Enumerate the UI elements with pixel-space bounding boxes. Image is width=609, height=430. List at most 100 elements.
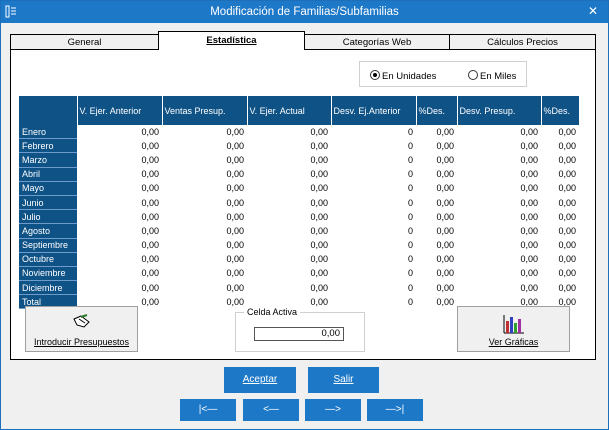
table-cell[interactable]: 0,00 bbox=[162, 252, 247, 266]
table-cell[interactable]: 0,00 bbox=[416, 281, 457, 295]
table-cell[interactable]: 0,00 bbox=[162, 210, 247, 224]
tab-estadistica[interactable]: Estadística bbox=[158, 31, 305, 50]
table-cell[interactable]: 0,00 bbox=[541, 153, 579, 167]
table-cell[interactable]: 0,00 bbox=[457, 224, 541, 238]
table-cell[interactable]: 0,00 bbox=[541, 181, 579, 195]
table-cell[interactable]: 0,00 bbox=[247, 167, 331, 181]
last-record-button[interactable]: —>| bbox=[367, 399, 423, 421]
table-cell[interactable]: 0,00 bbox=[416, 224, 457, 238]
col-header[interactable]: %Des. bbox=[416, 96, 458, 125]
table-cell[interactable]: 0,00 bbox=[541, 210, 579, 224]
ver-graficas-button[interactable]: Ver Gráficas bbox=[457, 306, 570, 352]
table-cell[interactable]: 0,00 bbox=[541, 266, 579, 280]
table-cell[interactable]: 0,00 bbox=[162, 167, 247, 181]
table-cell[interactable]: 0,00 bbox=[162, 139, 247, 153]
table-cell[interactable]: 0,00 bbox=[247, 139, 331, 153]
tab-calculos-precios[interactable]: Cálculos Precios bbox=[449, 34, 596, 49]
table-cell[interactable]: 0,00 bbox=[77, 224, 162, 238]
table-cell[interactable]: 0 bbox=[331, 153, 416, 167]
table-cell[interactable]: 0,00 bbox=[416, 125, 457, 139]
table-cell[interactable]: 0,00 bbox=[457, 238, 541, 252]
table-cell[interactable]: 0,00 bbox=[247, 195, 331, 209]
table-cell[interactable]: 0 bbox=[331, 266, 416, 280]
table-cell[interactable]: 0,00 bbox=[247, 153, 331, 167]
tab-categorias-web[interactable]: Categorías Web bbox=[304, 34, 450, 49]
table-cell[interactable]: 0 bbox=[331, 139, 416, 153]
table-cell[interactable]: 0,00 bbox=[247, 181, 331, 195]
table-cell[interactable]: 0,00 bbox=[457, 167, 541, 181]
table-cell[interactable]: 0,00 bbox=[541, 167, 579, 181]
table-cell[interactable]: 0,00 bbox=[162, 125, 247, 139]
table-cell[interactable]: 0,00 bbox=[247, 281, 331, 295]
table-cell[interactable]: 0 bbox=[331, 252, 416, 266]
table-cell[interactable]: 0 bbox=[331, 295, 416, 309]
table-cell[interactable]: 0,00 bbox=[416, 238, 457, 252]
table-cell[interactable]: 0,00 bbox=[162, 281, 247, 295]
radio-en-unidades[interactable]: En Unidades bbox=[370, 70, 436, 82]
table-cell[interactable]: 0,00 bbox=[247, 252, 331, 266]
table-cell[interactable]: 0,00 bbox=[457, 210, 541, 224]
table-cell[interactable]: 0 bbox=[331, 195, 416, 209]
table-cell[interactable]: 0,00 bbox=[416, 167, 457, 181]
table-cell[interactable]: 0,00 bbox=[541, 281, 579, 295]
first-record-button[interactable]: |<— bbox=[180, 399, 236, 421]
table-cell[interactable]: 0 bbox=[331, 224, 416, 238]
table-cell[interactable]: 0,00 bbox=[77, 238, 162, 252]
table-cell[interactable]: 0 bbox=[331, 125, 416, 139]
table-cell[interactable]: 0 bbox=[331, 181, 416, 195]
table-cell[interactable]: 0 bbox=[331, 167, 416, 181]
col-header[interactable]: Desv. Presup. bbox=[457, 96, 542, 125]
col-header[interactable]: Ventas Presup. bbox=[162, 96, 248, 125]
table-cell[interactable]: 0,00 bbox=[541, 139, 579, 153]
table-cell[interactable]: 0,00 bbox=[416, 210, 457, 224]
table-cell[interactable]: 0,00 bbox=[457, 153, 541, 167]
table-cell[interactable]: 0,00 bbox=[162, 195, 247, 209]
table-cell[interactable]: 0,00 bbox=[247, 210, 331, 224]
table-cell[interactable]: 0,00 bbox=[541, 195, 579, 209]
table-cell[interactable]: 0,00 bbox=[416, 295, 457, 309]
table-cell[interactable]: 0,00 bbox=[247, 224, 331, 238]
table-cell[interactable]: 0,00 bbox=[77, 125, 162, 139]
table-cell[interactable]: 0,00 bbox=[541, 238, 579, 252]
table-cell[interactable]: 0,00 bbox=[77, 266, 162, 280]
next-record-button[interactable]: —> bbox=[305, 399, 361, 421]
table-cell[interactable]: 0,00 bbox=[416, 252, 457, 266]
prev-record-button[interactable]: <— bbox=[243, 399, 299, 421]
table-cell[interactable]: 0,00 bbox=[162, 238, 247, 252]
salir-button[interactable]: Salir bbox=[308, 367, 379, 393]
table-cell[interactable]: 0,00 bbox=[77, 281, 162, 295]
table-cell[interactable]: 0,00 bbox=[247, 125, 331, 139]
col-header[interactable]: V. Ejer. Anterior bbox=[77, 96, 163, 125]
table-cell[interactable]: 0 bbox=[331, 238, 416, 252]
table-cell[interactable]: 0 bbox=[331, 281, 416, 295]
table-cell[interactable]: 0,00 bbox=[457, 195, 541, 209]
table-cell[interactable]: 0,00 bbox=[541, 125, 579, 139]
table-cell[interactable]: 0,00 bbox=[457, 181, 541, 195]
table-cell[interactable]: 0,00 bbox=[457, 266, 541, 280]
table-cell[interactable]: 0,00 bbox=[162, 224, 247, 238]
table-cell[interactable]: 0,00 bbox=[416, 181, 457, 195]
table-cell[interactable]: 0,00 bbox=[416, 195, 457, 209]
table-cell[interactable]: 0,00 bbox=[457, 252, 541, 266]
table-cell[interactable]: 0,00 bbox=[247, 238, 331, 252]
table-cell[interactable]: 0,00 bbox=[162, 295, 247, 309]
table-cell[interactable]: 0,00 bbox=[541, 224, 579, 238]
table-cell[interactable]: 0,00 bbox=[541, 252, 579, 266]
tab-general[interactable]: General bbox=[10, 34, 159, 49]
radio-en-miles[interactable]: En Miles bbox=[468, 70, 516, 82]
col-header[interactable]: %Des. bbox=[541, 96, 580, 125]
table-cell[interactable]: 0,00 bbox=[162, 153, 247, 167]
table-cell[interactable]: 0,00 bbox=[457, 125, 541, 139]
table-cell[interactable]: 0,00 bbox=[162, 266, 247, 280]
table-cell[interactable]: 0,00 bbox=[77, 153, 162, 167]
introducir-presupuestos-button[interactable]: Introducir Presupuestos bbox=[25, 306, 138, 352]
table-cell[interactable]: 0,00 bbox=[77, 210, 162, 224]
close-icon[interactable]: ✕ bbox=[586, 4, 600, 18]
table-cell[interactable]: 0,00 bbox=[77, 252, 162, 266]
table-cell[interactable]: 0 bbox=[331, 210, 416, 224]
table-cell[interactable]: 0,00 bbox=[457, 139, 541, 153]
table-cell[interactable]: 0,00 bbox=[416, 139, 457, 153]
celda-activa-input[interactable]: 0,00 bbox=[254, 327, 344, 341]
table-cell[interactable]: 0,00 bbox=[77, 195, 162, 209]
table-cell[interactable]: 0,00 bbox=[416, 266, 457, 280]
